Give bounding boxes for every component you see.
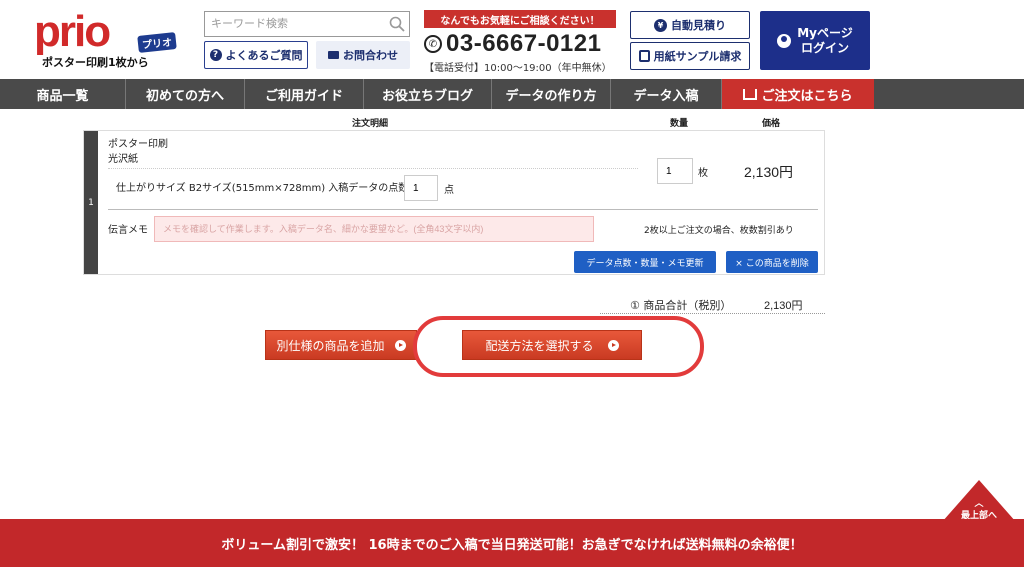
nav-item-order[interactable]: ご注文はこちら xyxy=(722,79,874,109)
divider xyxy=(108,209,818,210)
main-nav: 商品一覧 初めての方へ ご利用ガイド お役立ちブログ データの作り方 データ入稿… xyxy=(0,79,1024,109)
order-label: ご注文はこちら xyxy=(761,88,853,104)
subtotal-label: ① 商品合計（税別） xyxy=(630,299,732,312)
quantity-unit: 枚 xyxy=(698,168,708,179)
arrow-right-icon xyxy=(607,339,619,351)
data-count-input[interactable] xyxy=(404,175,438,201)
column-quantity: 数量 xyxy=(670,119,689,129)
quantity-input[interactable] xyxy=(657,158,693,184)
divider xyxy=(600,313,825,314)
add-product-button[interactable]: 別仕様の商品を追加 xyxy=(265,330,417,360)
add-product-label: 別仕様の商品を追加 xyxy=(276,338,385,353)
nav-item-guide[interactable]: ご利用ガイド xyxy=(245,79,364,109)
mypage-label: Myページ xyxy=(797,25,853,40)
product-name: ポスター印刷 xyxy=(108,139,168,150)
arrow-right-icon xyxy=(394,339,406,351)
memo-label: 伝言メモ xyxy=(108,225,148,236)
logo-badge: プリオ xyxy=(137,32,177,53)
nav-item-data-upload[interactable]: データ入稿 xyxy=(611,79,722,109)
faq-label: よくあるご質問 xyxy=(225,49,303,62)
update-button[interactable]: データ点数・数量・メモ更新 xyxy=(574,251,716,273)
user-icon xyxy=(777,33,792,48)
paper-sample-button[interactable]: 用紙サンプル請求 xyxy=(630,42,750,70)
auto-quote-label: 自動見積り xyxy=(671,19,726,32)
search-input[interactable] xyxy=(204,11,410,37)
mypage-login-button[interactable]: Myページ ログイン xyxy=(760,11,870,70)
order-item-row: 1 ポスター印刷 光沢紙 仕上がりサイズ B2サイズ(515mm×728mm) … xyxy=(83,130,825,275)
phone-number[interactable]: ✆ 03-6667-0121 xyxy=(424,30,624,58)
product-title: ポスター印刷 光沢紙 xyxy=(108,137,168,167)
chevron-up-icon: ︿ xyxy=(974,499,984,509)
phone-icon: ✆ xyxy=(424,35,442,53)
select-shipping-label: 配送方法を選択する xyxy=(485,338,594,353)
search-icon[interactable] xyxy=(388,15,406,33)
site-logo[interactable]: prio プリオ ポスター印刷1枚から xyxy=(34,8,184,70)
mail-icon xyxy=(328,51,339,59)
nav-item-blog[interactable]: お役立ちブログ xyxy=(364,79,492,109)
auto-quote-button[interactable]: ¥ 自動見積り xyxy=(630,11,750,39)
footer-banner: ボリューム割引で激安！ 16時までのご入稿で当日発送可能！お急ぎでなければ送料無… xyxy=(0,519,1024,567)
phone-number-text: 03-6667-0121 xyxy=(446,30,602,57)
item-price: 2,130円 xyxy=(744,164,794,180)
paper-sample-label: 用紙サンプル請求 xyxy=(653,50,742,63)
row-number: 1 xyxy=(84,131,98,274)
login-label: ログイン xyxy=(800,40,849,55)
nav-item-products[interactable]: 商品一覧 xyxy=(0,79,126,109)
column-detail: 注文明細 xyxy=(352,119,389,129)
subtotal-value: 2,130円 xyxy=(764,300,803,312)
document-icon xyxy=(638,50,650,62)
delete-item-button[interactable]: × この商品を削除 xyxy=(726,251,818,273)
memo-input[interactable] xyxy=(154,216,594,242)
size-spec: 仕上がりサイズ B2サイズ(515mm×728mm) 入稿データの点数 xyxy=(116,183,409,194)
paper-type: 光沢紙 xyxy=(108,154,138,165)
question-icon: ? xyxy=(209,49,222,61)
data-count-unit: 点 xyxy=(444,185,454,196)
logo-subtitle: ポスター印刷1枚から xyxy=(42,56,149,69)
discount-note: 2枚以上ご注文の場合、枚数割引あり xyxy=(644,226,794,236)
select-shipping-button[interactable]: 配送方法を選択する xyxy=(462,330,642,360)
logo-wordmark: prio xyxy=(34,7,111,56)
mypage-text: Myページ ログイン xyxy=(797,26,853,56)
divider xyxy=(108,168,638,169)
yen-icon: ¥ xyxy=(654,18,667,32)
cart-icon xyxy=(743,88,758,100)
contact-button[interactable]: お問合わせ xyxy=(316,41,410,69)
nav-item-first-time[interactable]: 初めての方へ xyxy=(126,79,245,109)
phone-hours: 【電話受付】10:00～19:00（年中無休） xyxy=(424,63,612,74)
column-price: 価格 xyxy=(762,119,781,129)
contact-label: お問合わせ xyxy=(343,49,398,62)
faq-button[interactable]: ? よくあるご質問 xyxy=(204,41,308,69)
consult-banner: なんでもお気軽にご相談ください！ xyxy=(424,10,616,28)
nav-item-data-guide[interactable]: データの作り方 xyxy=(492,79,611,109)
